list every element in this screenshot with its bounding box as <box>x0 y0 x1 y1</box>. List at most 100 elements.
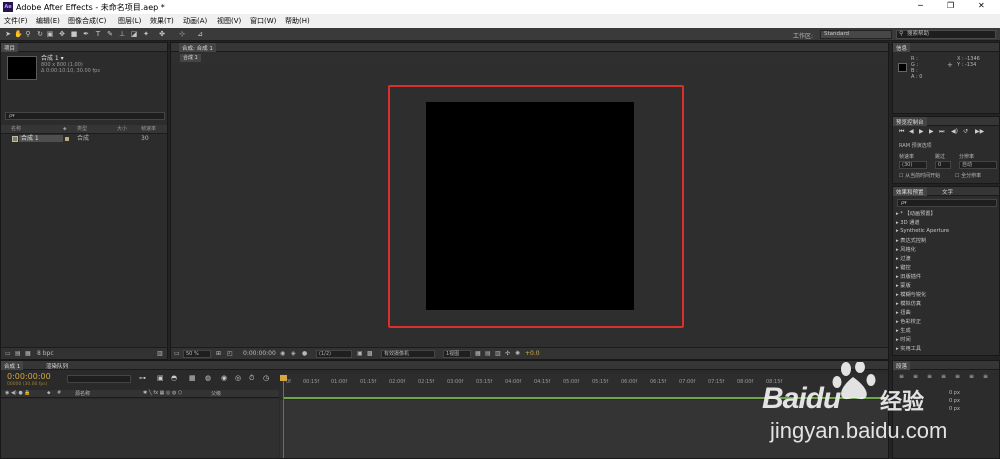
zoom-dropdown[interactable]: 50 % <box>183 350 211 358</box>
effects-item[interactable]: ▸ * 【动画预置】 <box>896 210 936 217</box>
source-name-col[interactable]: 源名称 <box>75 390 90 397</box>
prev-frame-icon[interactable]: ◀ <box>909 128 914 135</box>
snapshot-icon[interactable]: ◉ <box>280 350 285 357</box>
clone-stamp-tool-icon[interactable]: ⊥ <box>118 30 126 38</box>
menu-edit[interactable]: 编辑(E) <box>36 16 60 26</box>
effects-item[interactable]: ▸ 3D 通道 <box>896 219 920 226</box>
tab-comp-timeline[interactable]: 合成 1 <box>1 361 24 370</box>
tab-render-queue[interactable]: 渲染队列 <box>43 361 71 370</box>
tab-effects[interactable]: 效果和预置 <box>893 187 927 196</box>
comp-mini-flowchart-icon[interactable]: ⊶ <box>139 374 146 382</box>
comp-name[interactable]: 合成 1 ▾ <box>41 55 64 62</box>
ram-preview-icon[interactable]: ▶▶ <box>975 128 984 135</box>
trash-icon[interactable]: ▥ <box>157 350 163 357</box>
effects-item[interactable]: ▸ 扭曲 <box>896 309 911 316</box>
effects-item[interactable]: ▸ 实用工具 <box>896 345 921 352</box>
frame-rate-field[interactable]: (30) <box>899 161 927 169</box>
puppet-pin-tool-icon[interactable]: ✤ <box>158 30 166 38</box>
effects-item[interactable]: ▸ 模拟仿真 <box>896 300 921 307</box>
ram-options-label[interactable]: RAM 预演选项 <box>899 143 932 150</box>
axis-mode-icon[interactable]: ⊹ <box>178 30 186 38</box>
project-row-comp[interactable]: 合成 1 合成 30 <box>1 135 167 143</box>
show-snapshot-icon[interactable]: ◈ <box>291 350 296 357</box>
new-comp-icon[interactable]: ▦ <box>25 350 31 357</box>
minimize-button[interactable]: ─ <box>918 1 923 10</box>
pan-behind-tool-icon[interactable]: ✥ <box>58 30 66 38</box>
timeline-icon[interactable]: ▥ <box>495 350 501 357</box>
new-folder-icon[interactable]: ▤ <box>15 350 21 357</box>
workspace-dropdown[interactable]: Standard <box>820 30 892 39</box>
render-icon[interactable]: ◷ <box>263 374 269 382</box>
shy-layers-icon[interactable]: ◓ <box>171 374 177 382</box>
eraser-tool-icon[interactable]: ◪ <box>130 30 138 38</box>
toggle-pixel-icon[interactable]: ▦ <box>475 350 481 357</box>
menu-composition[interactable]: 图像合成(C) <box>68 16 106 26</box>
frame-blending-icon[interactable]: ▦ <box>189 374 196 382</box>
camera-dropdown[interactable]: 有效摄像机 <box>381 350 435 358</box>
always-preview-icon[interactable]: ▭ <box>174 350 180 357</box>
rectangle-tool-icon[interactable]: ■ <box>70 30 78 38</box>
roi-icon[interactable]: ▣ <box>357 350 363 357</box>
last-frame-icon[interactable]: ⏭ <box>939 128 944 136</box>
view-layout-dropdown[interactable]: 1视图 <box>443 350 471 358</box>
loop-icon[interactable]: ↺ <box>963 128 968 135</box>
roto-brush-tool-icon[interactable]: ✦ <box>142 30 150 38</box>
footer-timecode[interactable]: 0:00:00:00 <box>243 350 276 357</box>
effects-item[interactable]: ▸ 旧版插件 <box>896 273 921 280</box>
maximize-button[interactable]: ❐ <box>947 1 954 10</box>
menu-animation[interactable]: 动画(A) <box>183 16 207 26</box>
interpret-footage-icon[interactable]: ▭ <box>5 350 11 357</box>
stopwatch-icon[interactable]: ⏱ <box>249 374 254 383</box>
camera-tool-icon[interactable]: ▣ <box>46 30 54 38</box>
next-frame-icon[interactable]: ▶ <box>929 128 934 135</box>
first-frame-icon[interactable]: ⏮ <box>899 128 904 136</box>
effects-item[interactable]: ▸ 色彩校正 <box>896 318 921 325</box>
time-indicator[interactable] <box>283 375 284 458</box>
channel-icon[interactable]: ● <box>302 350 307 357</box>
rotate-tool-icon[interactable]: ↻ <box>36 30 44 38</box>
effects-item[interactable]: ▸ 风格化 <box>896 246 916 253</box>
resolution-field[interactable]: 自动 <box>959 161 997 169</box>
help-search-input[interactable]: 搜索帮助 <box>896 30 996 39</box>
parent-col[interactable]: 父级 <box>211 390 221 397</box>
effects-search-input[interactable]: ρ▾ <box>897 199 997 207</box>
graph-editor-icon[interactable]: ◎ <box>235 374 241 382</box>
safe-zones-icon[interactable]: ⊞ <box>216 350 221 357</box>
motion-blur-icon[interactable]: ◍ <box>205 374 211 382</box>
tab-info[interactable]: 信息 <box>893 43 911 52</box>
col-size[interactable]: 大小 <box>117 126 127 133</box>
bit-depth-label[interactable]: 8 bpc <box>37 350 54 357</box>
brainstorm-icon[interactable]: ◉ <box>221 374 227 382</box>
menu-window[interactable]: 窗口(W) <box>250 16 276 26</box>
effects-item[interactable]: ▸ 键控 <box>896 264 911 271</box>
tab-character[interactable]: 文字 <box>939 187 956 196</box>
project-search-input[interactable]: ρ▾ <box>5 112 165 120</box>
menu-file[interactable]: 文件(F) <box>4 16 28 26</box>
effects-item[interactable]: ▸ 表达式控制 <box>896 237 926 244</box>
tab-preview[interactable]: 预览控制台 <box>893 117 927 126</box>
brush-tool-icon[interactable]: ✎ <box>106 30 114 38</box>
flowchart-icon[interactable]: ✣ <box>505 350 510 357</box>
timeline-timecode[interactable]: 0:00:00:00 <box>7 372 51 381</box>
zoom-tool-icon[interactable]: ⚲ <box>24 30 32 38</box>
play-icon[interactable]: ▶ <box>919 128 924 135</box>
tab-project[interactable]: 项目 <box>1 43 19 52</box>
draft-3d-icon[interactable]: ▣ <box>157 374 164 382</box>
close-button[interactable]: ✕ <box>978 1 985 10</box>
fast-preview-icon[interactable]: ▤ <box>485 350 491 357</box>
menu-effect[interactable]: 效果(T) <box>150 16 174 26</box>
effects-item[interactable]: ▸ Synthetic Aperture <box>896 228 949 234</box>
effects-item[interactable]: ▸ 模糊与锐化 <box>896 291 926 298</box>
full-screen-checkbox[interactable]: ☐ 全分辨率 <box>955 173 981 180</box>
audio-icon[interactable]: ◀) <box>951 128 958 135</box>
composition-viewer[interactable] <box>172 64 887 347</box>
menu-view[interactable]: 视图(V) <box>217 16 241 26</box>
menu-layer[interactable]: 图层(L) <box>118 16 141 26</box>
resolution-dropdown[interactable]: (1/2) <box>316 350 352 358</box>
comp-subtab[interactable]: 合成 1 <box>180 54 201 62</box>
effects-item[interactable]: ▸ 时间 <box>896 336 911 343</box>
timeline-search-input[interactable] <box>67 375 131 383</box>
exposure-icon[interactable]: ✺ <box>515 350 520 357</box>
selection-tool-icon[interactable]: ➤ <box>4 30 12 38</box>
tab-composition[interactable]: 合成: 合成 1 <box>179 43 216 52</box>
